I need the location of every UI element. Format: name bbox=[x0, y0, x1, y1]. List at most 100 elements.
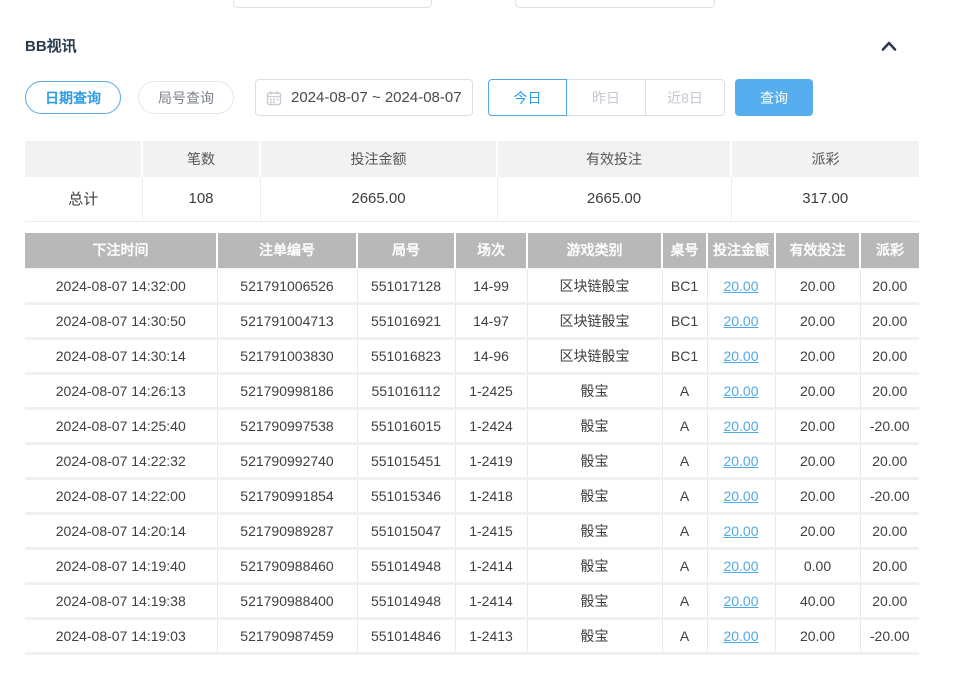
summary-table: 笔数 投注金额 有效投注 派彩 总计 108 2665.00 2665.00 3… bbox=[25, 141, 919, 222]
cell-bet-time: 2024-08-07 14:25:40 bbox=[25, 409, 217, 444]
bet-records-table: 下注时间 注单编号 局号 场次 游戏类别 桌号 投注金额 有效投注 派彩 202… bbox=[25, 233, 919, 656]
cell-table-no: BC1 bbox=[662, 304, 707, 339]
page: BB视讯 日期查询 局号查询 bbox=[0, 0, 969, 675]
section-title: BB视讯 bbox=[25, 35, 77, 56]
header-bet-amount: 投注金额 bbox=[707, 233, 775, 269]
bet-amount-link[interactable]: 20.00 bbox=[723, 453, 758, 469]
cell-session: 14-96 bbox=[455, 339, 527, 374]
cell-valid-bet: 20.00 bbox=[775, 619, 860, 654]
cell-round-no: 551016823 bbox=[357, 339, 455, 374]
search-button[interactable]: 查询 bbox=[735, 79, 813, 116]
summary-header-valid-bet: 有效投注 bbox=[497, 141, 731, 177]
summary-total-label: 总计 bbox=[25, 177, 142, 221]
cell-bet-amount: 20.00 bbox=[707, 409, 775, 444]
bet-amount-link[interactable]: 20.00 bbox=[723, 488, 758, 504]
cell-round-no: 551014948 bbox=[357, 549, 455, 584]
bet-amount-link[interactable]: 20.00 bbox=[723, 593, 758, 609]
cell-session: 1-2413 bbox=[455, 619, 527, 654]
cell-valid-bet: 20.00 bbox=[775, 444, 860, 479]
date-range-input[interactable]: 2024-08-07 ~ 2024-08-07 bbox=[255, 79, 473, 116]
cell-session: 14-99 bbox=[455, 269, 527, 304]
header-bet-time: 下注时间 bbox=[25, 233, 217, 269]
cell-payout: 20.00 bbox=[860, 374, 919, 409]
cell-bet-time: 2024-08-07 14:22:00 bbox=[25, 479, 217, 514]
cell-round-no: 551017128 bbox=[357, 269, 455, 304]
collapse-chevron-up-icon[interactable] bbox=[880, 39, 898, 53]
section-header: BB视讯 bbox=[25, 0, 944, 56]
cell-valid-bet: 20.00 bbox=[775, 269, 860, 304]
cell-session: 1-2424 bbox=[455, 409, 527, 444]
cell-bet-time: 2024-08-07 14:26:13 bbox=[25, 374, 217, 409]
round-query-tab[interactable]: 局号查询 bbox=[138, 81, 234, 114]
cell-order-no: 521790992740 bbox=[217, 444, 357, 479]
summary-header-count: 笔数 bbox=[142, 141, 260, 177]
cell-payout: -20.00 bbox=[860, 619, 919, 654]
bet-amount-link[interactable]: 20.00 bbox=[723, 628, 758, 644]
cell-session: 1-2414 bbox=[455, 549, 527, 584]
cell-valid-bet: 20.00 bbox=[775, 374, 860, 409]
bet-amount-link[interactable]: 20.00 bbox=[723, 383, 758, 399]
cell-bet-time: 2024-08-07 14:19:40 bbox=[25, 549, 217, 584]
table-row: 2024-08-07 14:19:03 521790987459 5510148… bbox=[25, 619, 919, 654]
cell-order-no: 521790998186 bbox=[217, 374, 357, 409]
summary-header-blank bbox=[25, 141, 142, 177]
cell-session: 1-2414 bbox=[455, 584, 527, 619]
cell-valid-bet: 0.00 bbox=[775, 549, 860, 584]
cell-session: 1-2419 bbox=[455, 444, 527, 479]
cell-bet-time: 2024-08-07 14:22:32 bbox=[25, 444, 217, 479]
cell-game-type: 骰宝 bbox=[527, 584, 662, 619]
last8days-button[interactable]: 近8日 bbox=[646, 79, 725, 116]
cell-round-no: 551016015 bbox=[357, 409, 455, 444]
header-round-no: 局号 bbox=[357, 233, 455, 269]
header-order-no: 注单编号 bbox=[217, 233, 357, 269]
bet-amount-link[interactable]: 20.00 bbox=[723, 558, 758, 574]
bet-amount-link[interactable]: 20.00 bbox=[723, 278, 758, 294]
cell-payout: 20.00 bbox=[860, 304, 919, 339]
cell-table-no: BC1 bbox=[662, 269, 707, 304]
cell-game-type: 骰宝 bbox=[527, 409, 662, 444]
header-session: 场次 bbox=[455, 233, 527, 269]
bet-amount-link[interactable]: 20.00 bbox=[723, 348, 758, 364]
cell-bet-time: 2024-08-07 14:19:38 bbox=[25, 584, 217, 619]
top-input-2[interactable] bbox=[515, 0, 715, 8]
cell-round-no: 551015346 bbox=[357, 479, 455, 514]
cell-bet-time: 2024-08-07 14:19:03 bbox=[25, 619, 217, 654]
cell-game-type: 骰宝 bbox=[527, 549, 662, 584]
cell-payout: 20.00 bbox=[860, 444, 919, 479]
summary-header-bet-amount: 投注金额 bbox=[260, 141, 497, 177]
cell-table-no: A bbox=[662, 444, 707, 479]
date-query-tab[interactable]: 日期查询 bbox=[25, 81, 121, 114]
cell-round-no: 551014948 bbox=[357, 584, 455, 619]
cell-game-type: 区块链骰宝 bbox=[527, 339, 662, 374]
cell-order-no: 521790991854 bbox=[217, 479, 357, 514]
table-row: 2024-08-07 14:30:14 521791003830 5510168… bbox=[25, 339, 919, 374]
bet-amount-link[interactable]: 20.00 bbox=[723, 418, 758, 434]
toolbar: 日期查询 局号查询 2024-08-07 ~ bbox=[25, 79, 944, 116]
cell-round-no: 551016112 bbox=[357, 374, 455, 409]
top-input-1[interactable] bbox=[233, 0, 432, 8]
cell-session: 14-97 bbox=[455, 304, 527, 339]
cell-round-no: 551015047 bbox=[357, 514, 455, 549]
cell-valid-bet: 20.00 bbox=[775, 409, 860, 444]
cell-game-type: 骰宝 bbox=[527, 514, 662, 549]
cell-round-no: 551016921 bbox=[357, 304, 455, 339]
cell-game-type: 区块链骰宝 bbox=[527, 304, 662, 339]
bet-amount-link[interactable]: 20.00 bbox=[723, 313, 758, 329]
cell-table-no: A bbox=[662, 619, 707, 654]
summary-total-count: 108 bbox=[142, 177, 260, 221]
yesterday-button[interactable]: 昨日 bbox=[567, 79, 646, 116]
cell-payout: 20.00 bbox=[860, 339, 919, 374]
summary-total-valid-bet: 2665.00 bbox=[497, 177, 731, 221]
cell-valid-bet: 20.00 bbox=[775, 514, 860, 549]
cell-payout: 20.00 bbox=[860, 584, 919, 619]
cell-order-no: 521790989287 bbox=[217, 514, 357, 549]
cell-game-type: 骰宝 bbox=[527, 374, 662, 409]
cell-game-type: 区块链骰宝 bbox=[527, 269, 662, 304]
cell-payout: -20.00 bbox=[860, 409, 919, 444]
cell-order-no: 521791003830 bbox=[217, 339, 357, 374]
cell-round-no: 551015451 bbox=[357, 444, 455, 479]
header-valid-bet: 有效投注 bbox=[775, 233, 860, 269]
bet-amount-link[interactable]: 20.00 bbox=[723, 523, 758, 539]
today-button[interactable]: 今日 bbox=[488, 79, 567, 116]
cell-table-no: BC1 bbox=[662, 339, 707, 374]
